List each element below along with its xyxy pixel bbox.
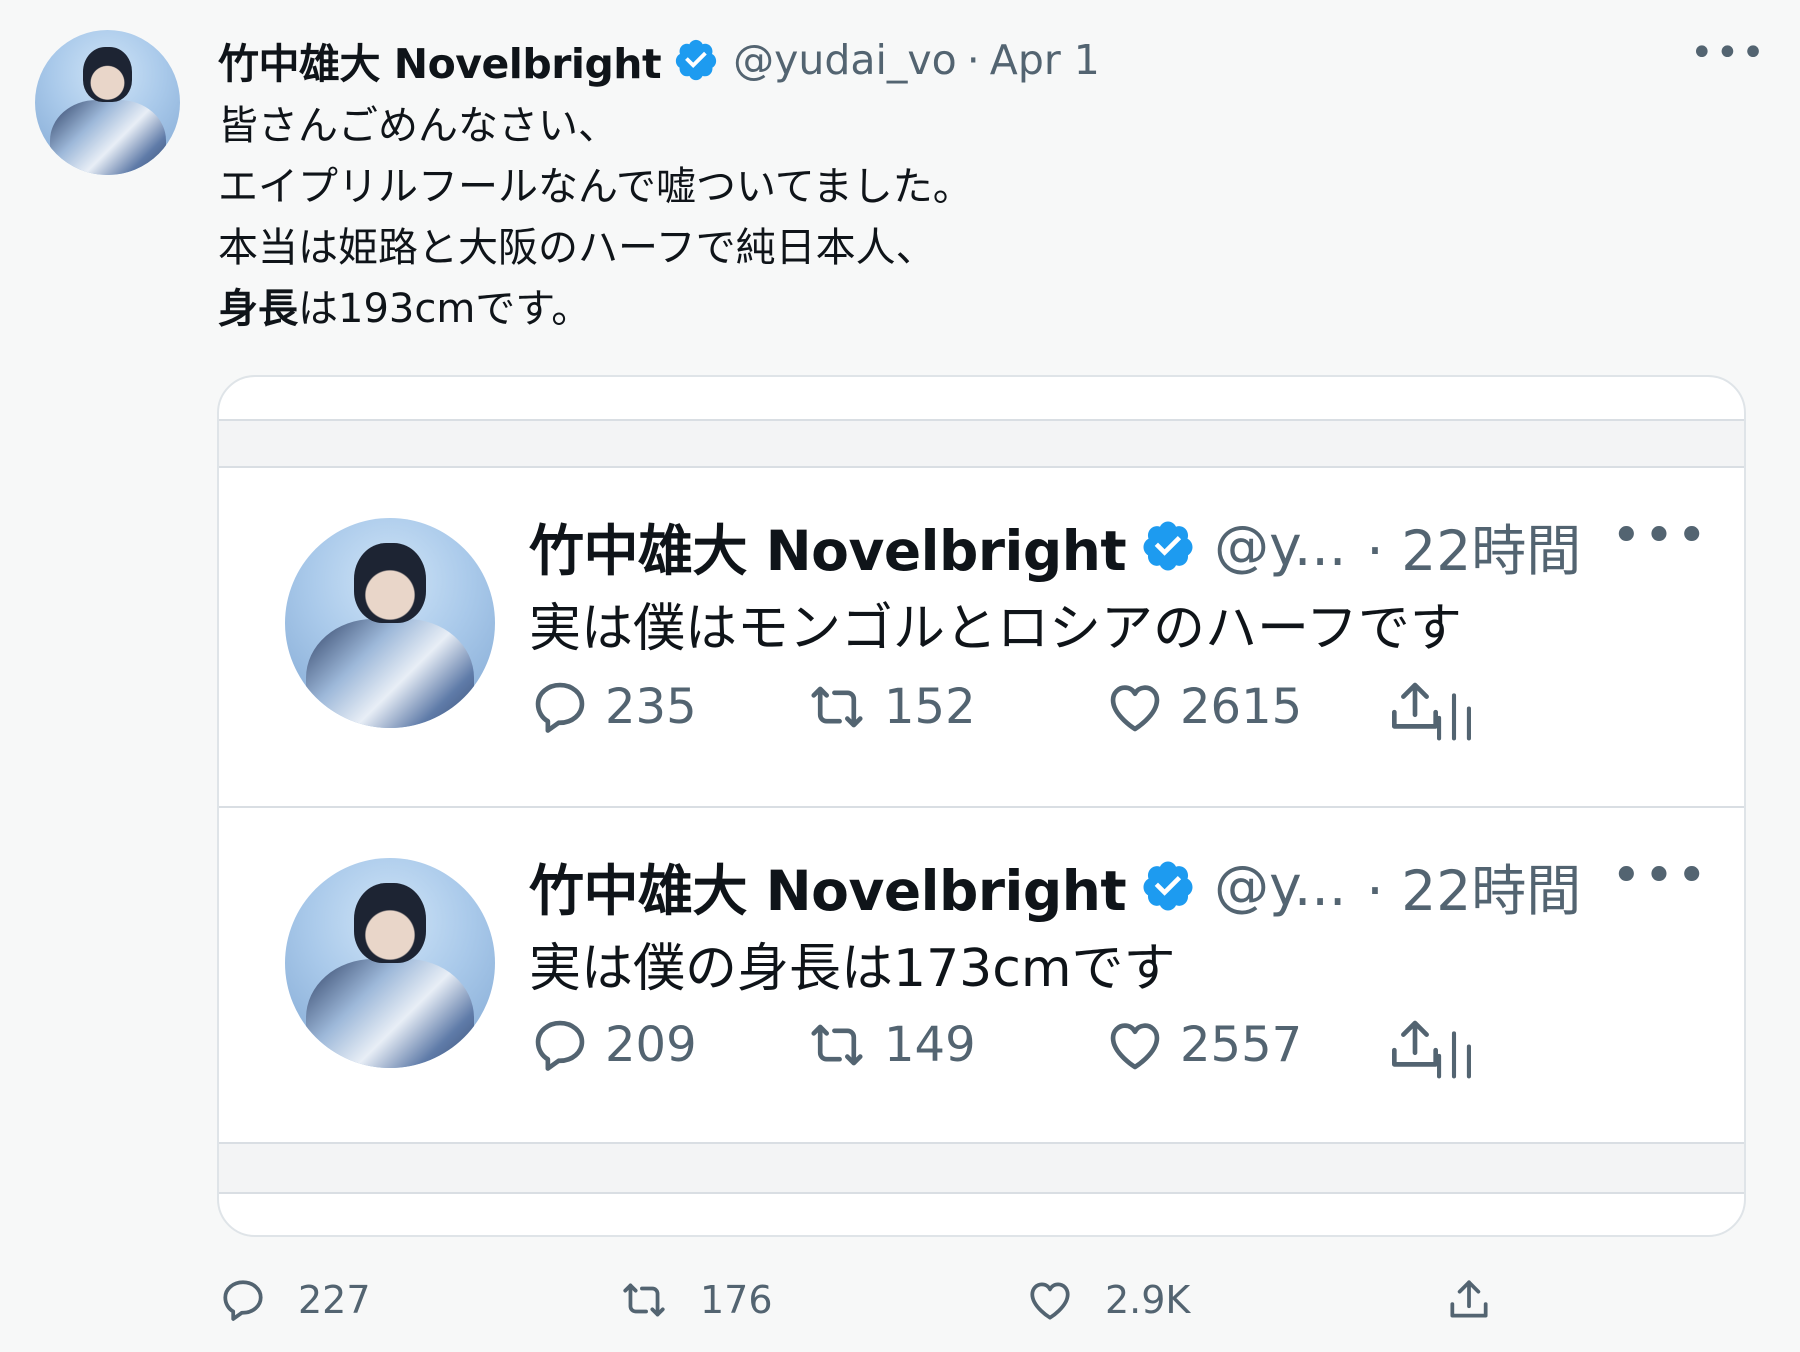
author-handle[interactable]: @yudai_vo (733, 36, 957, 84)
embedded-image-card[interactable]: 竹中雄大 Novelbright @y... · 22時間 ••• 実は僕はモン… (217, 375, 1746, 1237)
like-count: 2557 (1180, 1017, 1303, 1073)
avatar-jacket (306, 958, 474, 1068)
quoted-tweet-header: 竹中雄大 Novelbright @y... · 22時間 (529, 506, 1581, 586)
analytics-icon (1437, 1031, 1471, 1079)
tweet-line: 皆さんごめんなさい、 (218, 103, 618, 149)
quoted-action-bar: 209 149 2557 (529, 1014, 1529, 1084)
avatar (285, 858, 495, 1068)
reply-icon (223, 1280, 263, 1321)
image-band-top (219, 419, 1744, 468)
reply-count: 235 (605, 679, 697, 735)
tweet-date[interactable]: Apr 1 (990, 36, 1100, 84)
quoted-tweet-header: 竹中雄大 Novelbright @y... · 22時間 (529, 846, 1581, 926)
reply-count: 209 (605, 1017, 697, 1073)
avatar-head (82, 47, 133, 103)
like-action: 2557 (1104, 1014, 1302, 1076)
tweet-line-rest: は193cmです。 (298, 286, 592, 332)
tweet-header: 竹中雄大 Novelbright @yudai_vo · Apr 1 (218, 30, 1100, 90)
tweet-action-bar: 227 176 2.9K (218, 1275, 1518, 1335)
verified-badge-icon (1143, 521, 1193, 571)
author-name: 竹中雄大 Novelbright (529, 519, 1127, 583)
retweet-button[interactable]: 176 (618, 1275, 773, 1325)
retweet-icon (811, 686, 863, 728)
reply-icon (535, 1020, 585, 1071)
heart-icon (1110, 1023, 1160, 1070)
tweet-bold-text: 身長 (218, 286, 298, 332)
author-name: 竹中雄大 Novelbright (529, 859, 1127, 923)
like-count: 2615 (1180, 679, 1303, 735)
retweet-count: 149 (884, 1017, 976, 1073)
tweet-line: エイプリルフールなんで嘘ついてました。 (218, 164, 973, 210)
share-button[interactable] (1444, 1275, 1524, 1325)
avatar-jacket (49, 99, 166, 175)
more-options-icon[interactable]: ••• (1690, 30, 1767, 76)
author-name[interactable]: 竹中雄大 Novelbright (218, 30, 662, 90)
reply-icon (535, 682, 585, 733)
image-band-bottom (219, 1142, 1744, 1194)
quoted-tweet-text: 実は僕の身長は173cmです (529, 939, 1176, 999)
tweet-time: · 22時間 (1366, 859, 1582, 923)
reply-action: 209 (529, 1014, 697, 1076)
like-action: 2615 (1104, 676, 1302, 738)
author-handle: @y... (1214, 514, 1347, 578)
tweet-line: 本当は姫路と大阪のハーフで純日本人、 (218, 225, 936, 271)
tweet-line: 身長は193cmです。 (218, 279, 973, 340)
quoted-action-bar: 235 152 2615 (529, 676, 1529, 746)
quoted-tweet[interactable]: 竹中雄大 Novelbright @y... · 22時間 ••• 実は僕の身長… (219, 808, 1744, 1148)
retweet-count: 176 (700, 1278, 773, 1322)
quoted-tweet[interactable]: 竹中雄大 Novelbright @y... · 22時間 ••• 実は僕はモン… (219, 466, 1744, 806)
avatar[interactable] (35, 30, 180, 175)
author-handle: @y... (1214, 854, 1347, 918)
more-options-icon: ••• (1611, 506, 1710, 566)
retweet-action: 149 (804, 1014, 976, 1076)
retweet-action: 152 (804, 676, 976, 738)
like-button[interactable]: 2.9K (1025, 1275, 1190, 1325)
date-separator: · (966, 36, 980, 84)
like-count: 2.9K (1105, 1278, 1191, 1322)
avatar (285, 518, 495, 728)
reply-action: 235 (529, 676, 697, 738)
retweet-count: 152 (884, 679, 976, 735)
verified-badge-icon (675, 39, 717, 81)
tweet-time: · 22時間 (1366, 519, 1582, 583)
retweet-icon (623, 1283, 665, 1317)
more-options-icon: ••• (1611, 846, 1710, 906)
share-icon (1450, 1280, 1488, 1318)
analytics-icon (1437, 693, 1471, 741)
heart-icon (1110, 685, 1160, 732)
avatar-head (354, 543, 426, 623)
retweet-icon (811, 1024, 863, 1066)
reply-count: 227 (298, 1278, 371, 1322)
quoted-tweet-text: 実は僕はモンゴルとロシアのハーフです (529, 599, 1462, 659)
avatar-jacket (306, 618, 474, 728)
verified-badge-icon (1143, 861, 1193, 911)
reply-button[interactable]: 227 (218, 1275, 371, 1325)
heart-icon (1030, 1282, 1070, 1320)
tweet-text: 皆さんごめんなさい、 エイプリルフールなんで嘘ついてました。 本当は姫路と大阪の… (218, 96, 973, 340)
avatar-head (354, 883, 426, 963)
